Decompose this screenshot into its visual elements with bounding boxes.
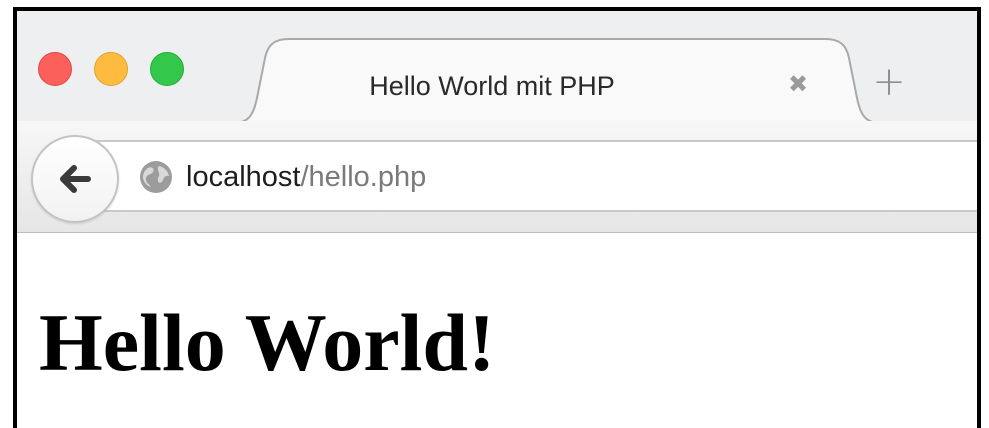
back-button[interactable] <box>31 135 119 223</box>
tab-title: Hello World mit PHP <box>369 71 615 101</box>
browser-window: Hello World mit PHP ✖ + localhost/hello.… <box>13 7 981 428</box>
url-host: localhost <box>186 161 301 193</box>
globe-icon <box>140 161 172 193</box>
back-arrow-icon <box>60 165 91 193</box>
new-tab-plus-icon[interactable]: + <box>867 60 911 104</box>
title-bar: Hello World mit PHP ✖ + <box>17 11 977 124</box>
tab-close-icon[interactable]: ✖ <box>783 69 813 99</box>
url-text[interactable]: localhost/hello.php <box>186 155 426 199</box>
close-window-button[interactable] <box>38 52 72 86</box>
minimize-window-button[interactable] <box>94 52 128 86</box>
page-content: Hello World! <box>17 233 977 428</box>
page-heading: Hello World! <box>39 297 496 388</box>
url-path: /hello.php <box>300 161 427 193</box>
maximize-window-button[interactable] <box>150 52 184 86</box>
